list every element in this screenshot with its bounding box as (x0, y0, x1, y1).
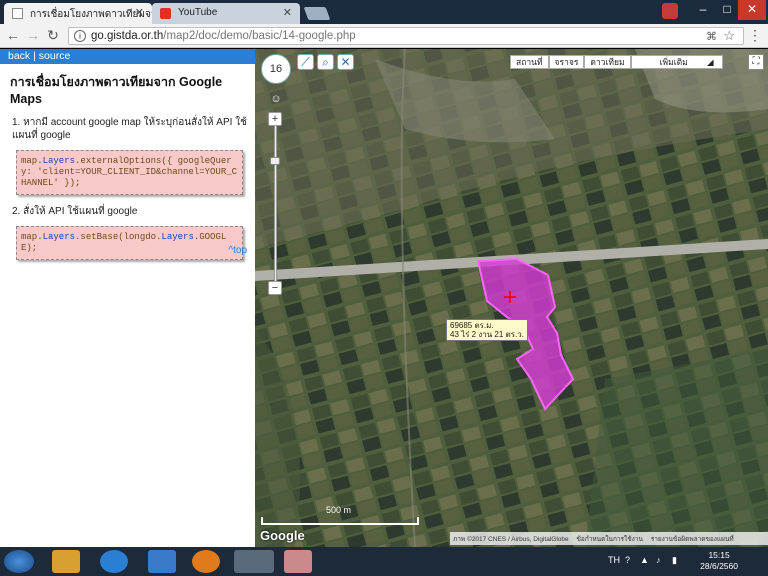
code-block-2: map.Layers.setBase(longdo.Layers.GOOGLE)… (16, 226, 243, 260)
language-indicator[interactable]: TH (608, 555, 620, 565)
app-icon[interactable] (148, 550, 176, 573)
map-attribution: ภาพ ©2017 CNES / Airbus, DigitalGlobe ข้… (450, 532, 768, 545)
code-keyword: Layers (42, 232, 76, 242)
windows-taskbar: TH ? ▲ ♪ ▮ 15:15 28/6/2560 (0, 547, 768, 576)
help-icon[interactable]: ? (625, 555, 630, 565)
chrome-icon[interactable] (234, 550, 274, 573)
tab-places[interactable]: สถานที่ (510, 55, 549, 69)
google-logo: Google (260, 528, 305, 543)
code-text: .setBase(longdo. (75, 232, 162, 242)
doc-header-bar: back | source (0, 49, 255, 64)
code-text: map. (21, 232, 43, 242)
browser-tab-bar: การเชื่อมโยงภาพดาวเทียมจา ✕ YouTube ✕ – … (0, 0, 768, 24)
tab-title: YouTube (178, 7, 218, 18)
address-bar[interactable]: i go.gistda.or.th/map2/doc/demo/basic/14… (68, 27, 744, 45)
tab-title: การเชื่อมโยงภาพดาวเทียมจา (30, 9, 152, 20)
url-text: go.gistda.or.th/map2/doc/demo/basic/14-g… (91, 30, 356, 42)
dropdown-icon: ◢ (707, 57, 714, 67)
zoom-out-button[interactable]: − (268, 281, 282, 295)
close-tab-icon[interactable]: ✕ (283, 6, 292, 19)
code-keyword: Layers (161, 232, 194, 242)
step-1-text: 1. หากมี account google map ให้ระบุก่อนส… (12, 117, 247, 141)
info-icon[interactable]: i (74, 30, 86, 42)
start-button[interactable] (4, 550, 34, 573)
youtube-icon (160, 8, 171, 19)
scale-bar (261, 517, 419, 525)
layer-select-value: เพิ่มเติม (659, 57, 688, 67)
zoom-level-dial[interactable]: 16 (261, 54, 291, 84)
fullscreen-icon[interactable]: ⛶ (748, 54, 764, 70)
area-rai: 43 ไร่ 2 งาน 21 ตร.ว. (450, 330, 524, 339)
reload-icon[interactable]: ↻ (44, 27, 62, 45)
zoom-slider-track[interactable] (274, 121, 277, 289)
internet-explorer-icon[interactable] (100, 550, 128, 573)
url-path: /map2/doc/demo/basic/14-google.php (163, 30, 356, 42)
app-icon[interactable] (192, 550, 220, 573)
date: 28/6/2560 (700, 561, 738, 571)
page-title: การเชื่อมโยงภาพดาวเทียมจาก Google Maps (10, 75, 223, 106)
zoom-slider-thumb[interactable] (270, 157, 280, 165)
time: 15:15 (708, 550, 730, 560)
top-link[interactable]: ^top (228, 245, 247, 256)
source-link[interactable]: source (39, 50, 71, 62)
code-keyword: Layers (42, 156, 76, 166)
imagery-credit: ภาพ ©2017 CNES / Airbus, DigitalGlobe (453, 536, 569, 543)
page-icon (12, 8, 23, 19)
search-area-icon[interactable]: ⌕ (317, 54, 334, 70)
close-window-button[interactable]: ✕ (738, 0, 766, 20)
code-block-1: map.Layers.externalOptions({ googleQuery… (16, 150, 243, 195)
satellite-map[interactable]: 16 ⟋ ⌕ ✕ ☺ + − สถานที่ จราจร ดาวเทียม เพ… (255, 49, 768, 547)
area-sqm: 69685 ตร.ม. (450, 321, 494, 330)
translate-icon[interactable]: ⌘ (706, 30, 717, 43)
browser-toolbar: ← → ↻ i go.gistda.or.th/map2/doc/demo/ba… (0, 24, 768, 48)
report-error-link[interactable]: รายงานข้อผิดพลาดของแผนที่ (651, 536, 734, 543)
map-mode-tabs: สถานที่ จราจร ดาวเทียม เพิ่มเติม ◢ (510, 55, 723, 69)
battery-icon[interactable]: ▮ (672, 555, 677, 566)
terms-link[interactable]: ข้อกำหนดในการใช้งาน (576, 536, 642, 543)
doc-panel: back | source การเชื่อมโยงภาพดาวเทียมจาก… (0, 49, 255, 547)
forward-arrow-icon[interactable]: → (24, 27, 42, 45)
media-player-icon[interactable] (52, 550, 80, 573)
user-profile-icon[interactable] (662, 3, 678, 19)
back-link[interactable]: back (8, 50, 30, 62)
area-measurement-label: 69685 ตร.ม. 43 ไร่ 2 งาน 21 ตร.ว. (446, 319, 528, 341)
close-tab-icon[interactable]: ✕ (135, 6, 144, 19)
scale-label: 500 m (326, 505, 352, 515)
person-icon[interactable]: ☺ (269, 93, 283, 107)
tab-youtube[interactable]: YouTube ✕ (152, 3, 300, 24)
code-text: map. (21, 156, 43, 166)
network-icon[interactable]: ▲ (640, 555, 649, 565)
maximize-button[interactable]: □ (714, 0, 740, 20)
tab-satellite[interactable]: ดาวเทียม (584, 55, 631, 69)
menu-icon[interactable]: ⋮ (748, 28, 762, 42)
url-host: go.gistda.or.th (91, 30, 164, 42)
layer-select[interactable]: เพิ่มเติม ◢ (630, 55, 723, 69)
minimize-button[interactable]: – (690, 0, 716, 20)
volume-icon[interactable]: ♪ (656, 555, 661, 565)
close-icon[interactable]: ✕ (337, 54, 354, 70)
tab-gistda[interactable]: การเชื่อมโยงภาพดาวเทียมจา ✕ (4, 3, 152, 24)
bookmark-star-icon[interactable]: ☆ (723, 28, 735, 44)
step-2-text: 2. สั่งให้ API ใช้แผนที่ google (12, 206, 138, 217)
new-tab-button[interactable] (303, 7, 331, 20)
app-icon[interactable] (284, 550, 312, 573)
zoom-in-button[interactable]: + (268, 112, 282, 126)
tab-traffic[interactable]: จราจร (548, 55, 585, 69)
satellite-imagery (255, 49, 768, 547)
clock[interactable]: 15:15 28/6/2560 (700, 550, 738, 572)
separator: | (33, 50, 36, 62)
draw-line-icon[interactable]: ⟋ (297, 54, 314, 70)
back-arrow-icon[interactable]: ← (4, 27, 22, 45)
